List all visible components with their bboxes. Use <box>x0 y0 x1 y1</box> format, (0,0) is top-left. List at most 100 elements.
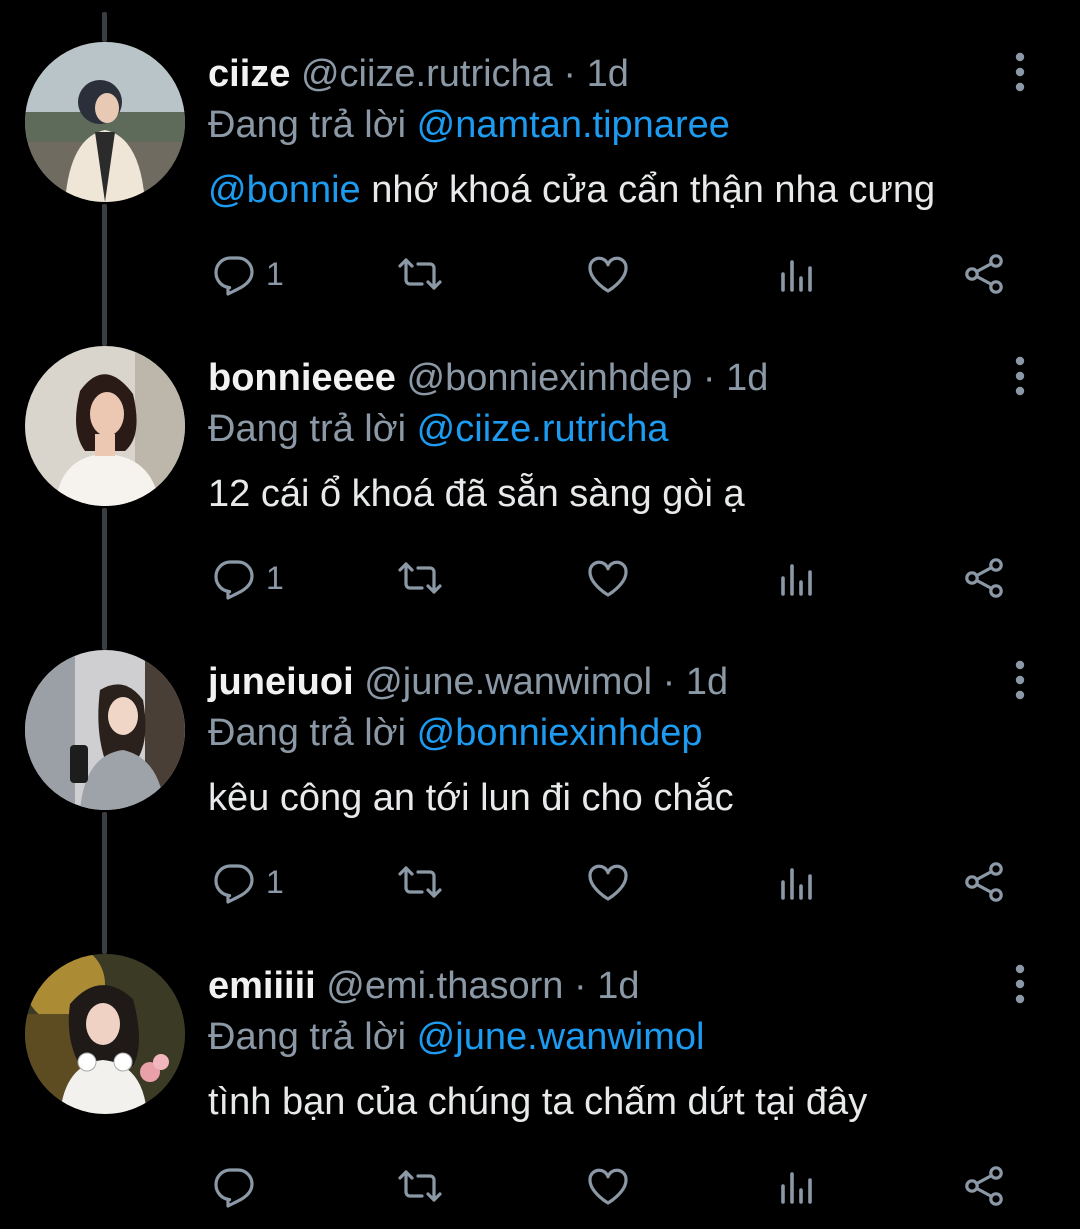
comment-icon <box>210 554 258 602</box>
post-header: bonnieeee @bonniexinhdep · 1d <box>208 352 768 404</box>
replying-to-line: Đang trả lời @bonniexinhdep <box>208 708 702 758</box>
reply-count: 1 <box>266 864 284 900</box>
separator-dot: · <box>573 965 587 1007</box>
heart-icon <box>584 1162 632 1210</box>
views-icon <box>773 250 821 298</box>
avatar[interactable] <box>25 346 185 506</box>
action-bar <box>0 1158 1080 1214</box>
replying-to-label: Đang trả lời <box>208 104 407 146</box>
replying-to-line: Đang trả lời @namtan.tipnaree <box>208 100 730 150</box>
more-vertical-icon[interactable] <box>1000 50 1040 94</box>
post-text-content: 12 cái ổ khoá đã sẵn sàng gòi ạ <box>208 473 745 515</box>
action-bar: 1 <box>0 550 1080 606</box>
share-icon <box>960 858 1008 906</box>
avatar[interactable] <box>25 650 185 810</box>
like-button[interactable] <box>584 1158 632 1214</box>
post-text: @bonnie nhớ khoá cửa cẩn thận nha cưng <box>208 164 935 216</box>
reply-post[interactable]: juneiuoi @june.wanwimol · 1d Đang trả lờ… <box>0 608 1080 912</box>
retweet-button[interactable] <box>396 550 444 606</box>
views-icon <box>773 554 821 602</box>
user-handle[interactable]: @ciize.rutricha <box>301 53 553 95</box>
reply-count: 1 <box>266 560 284 596</box>
share-button[interactable] <box>960 1158 1008 1214</box>
reply-post[interactable]: emiiiii @emi.thasorn · 1d Đang trả lời @… <box>0 912 1080 1216</box>
avatar[interactable] <box>25 42 185 202</box>
views-button[interactable] <box>773 1158 821 1214</box>
post-header: ciize @ciize.rutricha · 1d <box>208 48 629 100</box>
post-text-content: nhớ khoá cửa cẩn thận nha cưng <box>360 169 936 211</box>
avatar[interactable] <box>25 954 185 1114</box>
retweet-button[interactable] <box>396 854 444 910</box>
more-vertical-icon[interactable] <box>1000 354 1040 398</box>
replying-to-line: Đang trả lời @ciize.rutricha <box>208 404 669 454</box>
replying-to-handle[interactable]: @june.wanwimol <box>417 1016 705 1058</box>
like-button[interactable] <box>584 854 632 910</box>
replying-to-handle[interactable]: @ciize.rutricha <box>417 408 669 450</box>
action-bar: 1 <box>0 854 1080 910</box>
share-button[interactable] <box>960 246 1008 302</box>
separator-dot: · <box>563 53 577 95</box>
user-handle[interactable]: @bonniexinhdep <box>407 357 693 399</box>
post-time[interactable]: 1d <box>587 53 629 95</box>
share-button[interactable] <box>960 854 1008 910</box>
post-time[interactable]: 1d <box>597 965 639 1007</box>
retweet-button[interactable] <box>396 246 444 302</box>
heart-icon <box>584 250 632 298</box>
user-mention-link[interactable]: @bonnie <box>208 169 361 211</box>
display-name[interactable]: emiiiii <box>208 965 316 1007</box>
views-icon <box>773 1162 821 1210</box>
post-time[interactable]: 1d <box>726 357 768 399</box>
replying-to-line: Đang trả lời @june.wanwimol <box>208 1012 704 1062</box>
views-button[interactable] <box>773 246 821 302</box>
reply-button[interactable]: 1 <box>210 550 284 606</box>
retweet-icon <box>396 858 444 906</box>
replying-to-handle[interactable]: @namtan.tipnaree <box>417 104 730 146</box>
reply-button[interactable]: 1 <box>210 246 284 302</box>
reply-button[interactable]: 1 <box>210 854 284 910</box>
views-icon <box>773 858 821 906</box>
action-bar: 1 <box>0 246 1080 302</box>
post-header: juneiuoi @june.wanwimol · 1d <box>208 656 728 708</box>
replying-to-handle[interactable]: @bonniexinhdep <box>417 712 703 754</box>
post-time[interactable]: 1d <box>686 661 728 703</box>
retweet-icon <box>396 554 444 602</box>
display-name[interactable]: ciize <box>208 53 290 95</box>
separator-dot: · <box>662 661 676 703</box>
share-icon <box>960 1162 1008 1210</box>
separator-dot: · <box>702 357 716 399</box>
display-name[interactable]: bonnieeee <box>208 357 396 399</box>
post-text: tình bạn của chúng ta chấm dứt tại đây <box>208 1076 867 1128</box>
more-vertical-icon[interactable] <box>1000 658 1040 702</box>
retweet-icon <box>396 250 444 298</box>
reply-button[interactable] <box>210 1158 258 1214</box>
like-button[interactable] <box>584 246 632 302</box>
share-icon <box>960 554 1008 602</box>
like-button[interactable] <box>584 550 632 606</box>
display-name[interactable]: juneiuoi <box>208 661 354 703</box>
post-text-content: tình bạn của chúng ta chấm dứt tại đây <box>208 1081 868 1123</box>
more-vertical-icon[interactable] <box>1000 962 1040 1006</box>
views-button[interactable] <box>773 854 821 910</box>
comment-icon <box>210 858 258 906</box>
comment-icon <box>210 250 258 298</box>
user-handle[interactable]: @emi.thasorn <box>326 965 563 1007</box>
reply-post[interactable]: ciize @ciize.rutricha · 1d Đang trả lời … <box>0 0 1080 304</box>
replying-to-label: Đang trả lời <box>208 712 407 754</box>
post-text-content: kêu công an tới lun đi cho chắc <box>208 777 734 819</box>
reply-post[interactable]: bonnieeee @bonniexinhdep · 1d Đang trả l… <box>0 304 1080 608</box>
share-button[interactable] <box>960 550 1008 606</box>
retweet-button[interactable] <box>396 1158 444 1214</box>
heart-icon <box>584 554 632 602</box>
post-text: 12 cái ổ khoá đã sẵn sàng gòi ạ <box>208 468 745 520</box>
views-button[interactable] <box>773 550 821 606</box>
post-text: kêu công an tới lun đi cho chắc <box>208 772 734 824</box>
reply-count: 1 <box>266 256 284 292</box>
comment-icon <box>210 1162 258 1210</box>
user-handle[interactable]: @june.wanwimol <box>364 661 652 703</box>
retweet-icon <box>396 1162 444 1210</box>
replying-to-label: Đang trả lời <box>208 1016 407 1058</box>
replying-to-label: Đang trả lời <box>208 408 407 450</box>
heart-icon <box>584 858 632 906</box>
share-icon <box>960 250 1008 298</box>
post-header: emiiiii @emi.thasorn · 1d <box>208 960 639 1012</box>
